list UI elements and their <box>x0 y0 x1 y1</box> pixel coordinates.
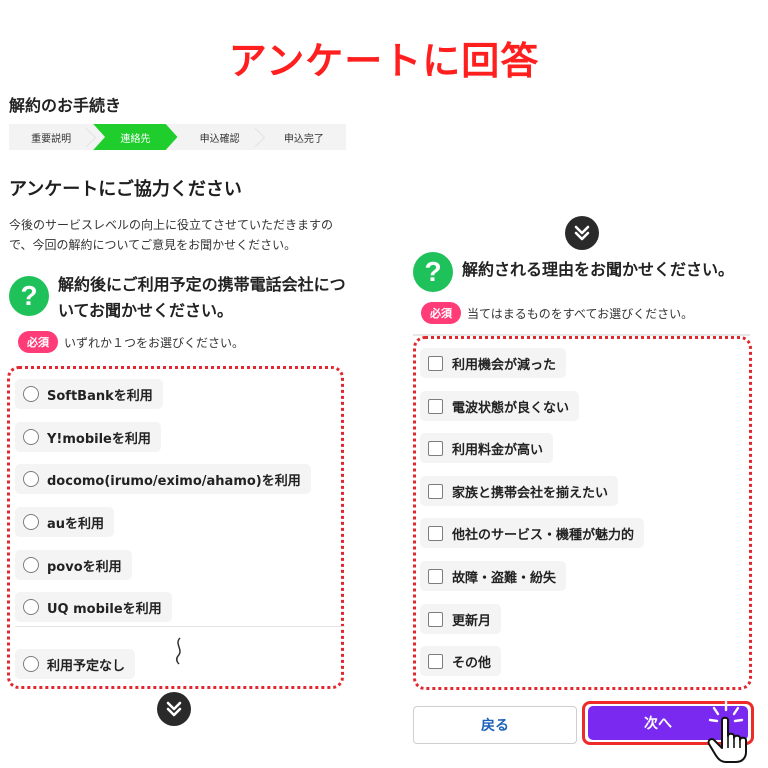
step-4: 申込完了 <box>283 133 324 145</box>
checkbox[interactable] <box>428 440 443 456</box>
radio-option-docomo[interactable]: docomo(irumo/eximo/ahamo)を利用 <box>15 464 311 494</box>
option-label: 更新月 <box>452 613 492 629</box>
option-label: 利用予定なし <box>47 658 126 674</box>
required-badge: 必須 <box>421 302 461 324</box>
checkbox[interactable] <box>428 483 443 499</box>
step-3: 申込確認 <box>178 124 262 150</box>
question-icon: ? <box>9 276 49 316</box>
progress-stepper: 重要説明 連絡先 申込確認 申込完了 <box>9 124 346 150</box>
scroll-down-chevron-icon[interactable] <box>157 692 191 726</box>
option-label: povoを利用 <box>47 559 122 575</box>
radio-option-softbank[interactable]: SoftBankを利用 <box>15 379 163 409</box>
question2-options-highlight <box>413 336 752 690</box>
survey-title: アンケートにご協力ください <box>9 179 242 200</box>
radio-button[interactable] <box>23 386 39 402</box>
radio-button[interactable] <box>23 656 39 672</box>
procedure-title: 解約のお手続き <box>9 96 122 115</box>
radio-button[interactable] <box>23 599 39 615</box>
checkbox-option-family-carrier[interactable]: 家族と携帯会社を揃えたい <box>420 476 619 506</box>
omission-squiggle-icon <box>175 637 181 665</box>
checkbox-option-renewal-month[interactable]: 更新月 <box>420 604 502 634</box>
checkbox[interactable] <box>428 398 443 414</box>
question-icon: ? <box>413 252 453 292</box>
radio-option-povo[interactable]: povoを利用 <box>15 550 132 580</box>
option-label: SoftBankを利用 <box>47 388 153 404</box>
page-headline: アンケートに回答 <box>228 39 540 83</box>
option-label: 利用料金が高い <box>452 442 544 458</box>
radio-option-ymobile[interactable]: Y!mobileを利用 <box>15 422 161 452</box>
checkbox-option-other[interactable]: その他 <box>420 646 502 676</box>
step-2-active: 連絡先 <box>93 124 178 150</box>
option-label: Y!mobileを利用 <box>47 431 151 447</box>
radio-button[interactable] <box>23 471 39 487</box>
question2-text: 解約される理由をお聞かせください。 <box>462 260 735 279</box>
required-badge: 必須 <box>18 331 58 353</box>
option-label: UQ mobileを利用 <box>47 601 162 617</box>
checkbox-option-competitor-appeal[interactable]: 他社のサービス・機種が魅力的 <box>420 518 645 548</box>
step-1: 重要説明 <box>9 124 93 150</box>
checkbox[interactable] <box>428 611 443 627</box>
checkbox[interactable] <box>428 355 443 371</box>
hand-pointer-cursor-icon <box>707 700 747 763</box>
option-label: 故障・盗難・紛失 <box>452 570 557 586</box>
checkbox-option-high-price[interactable]: 利用料金が高い <box>420 433 554 463</box>
checkbox-option-less-usage[interactable]: 利用機会が減った <box>420 348 567 378</box>
checkbox[interactable] <box>428 525 443 541</box>
radio-button[interactable] <box>23 514 39 530</box>
option-label: auを利用 <box>47 516 105 532</box>
back-button[interactable]: 戻る <box>413 706 577 744</box>
list-divider <box>15 626 345 627</box>
option-label: その他 <box>452 655 492 671</box>
checkbox[interactable] <box>428 568 443 584</box>
checkbox-option-broken-lost[interactable]: 故障・盗難・紛失 <box>420 561 567 591</box>
checkbox[interactable] <box>428 653 443 669</box>
next-button-label: 次へ <box>644 716 672 732</box>
question2-hint: 当てはまるものをすべてお選びください。 <box>467 306 694 321</box>
scroll-down-chevron-icon[interactable] <box>565 216 599 250</box>
radio-option-none[interactable]: 利用予定なし <box>15 649 136 679</box>
radio-button[interactable] <box>23 557 39 573</box>
option-label: 他社のサービス・機種が魅力的 <box>452 527 635 543</box>
survey-description: 今後のサービスレベルの向上に役立てさせていただきますので、今回の解約についてご意… <box>9 218 334 252</box>
option-label: 電波状態が良くない <box>452 400 570 416</box>
checkbox-option-poor-signal[interactable]: 電波状態が良くない <box>420 391 580 421</box>
radio-button[interactable] <box>23 429 39 445</box>
option-label: 家族と携帯会社を揃えたい <box>452 485 609 501</box>
radio-option-uq-mobile[interactable]: UQ mobileを利用 <box>15 592 172 622</box>
radio-option-au[interactable]: auを利用 <box>15 507 115 537</box>
option-label: 利用機会が減った <box>452 357 557 373</box>
question1-text: 解約後にご利用予定の携帯電話会社についてお聞かせください。 <box>58 275 346 320</box>
question1-hint: いずれか１つをお選びください。 <box>64 335 245 350</box>
option-label: docomo(irumo/eximo/ahamo)を利用 <box>47 473 301 489</box>
